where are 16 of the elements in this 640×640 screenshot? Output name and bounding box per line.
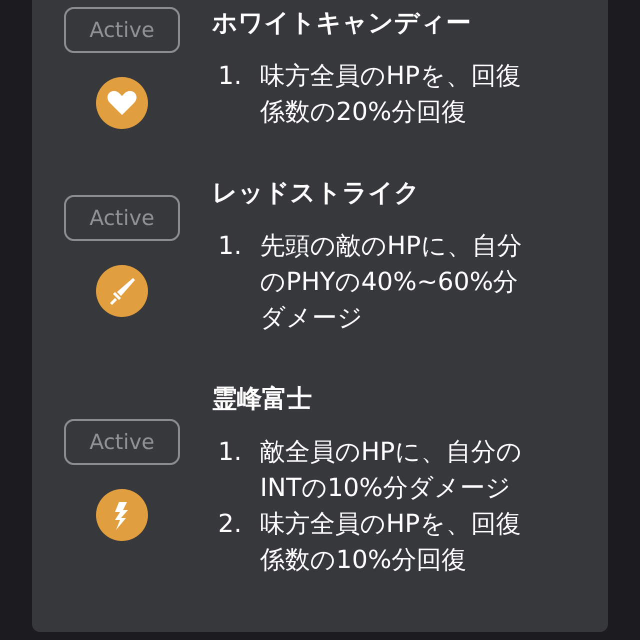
active-badge: Active [64, 195, 180, 241]
item-number: 2. [217, 508, 243, 540]
item-number: 1. [217, 230, 243, 262]
sword-icon [96, 265, 148, 317]
skill-title: レッドストライク [212, 177, 421, 209]
active-badge: Active [64, 419, 180, 465]
active-badge: Active [64, 7, 180, 53]
item-number: 1. [217, 60, 243, 92]
item-number: 1. [217, 436, 243, 468]
effect-text: 味方全員のHPを、回復 係数の20%分回復 [260, 60, 521, 128]
effect-text: 味方全員のHPを、回復 係数の10%分回復 [260, 508, 521, 576]
effect-text: 先頭の敵のHPに、自分 のPHYの40%~60%分 ダメージ [260, 230, 522, 334]
skill-title: 霊峰富士 [212, 383, 313, 415]
skill-title: ホワイトキャンディー [212, 7, 472, 39]
effect-text: 敵全員のHPに、自分の INTの10%分ダメージ [260, 436, 522, 504]
lightning-icon [96, 489, 148, 541]
